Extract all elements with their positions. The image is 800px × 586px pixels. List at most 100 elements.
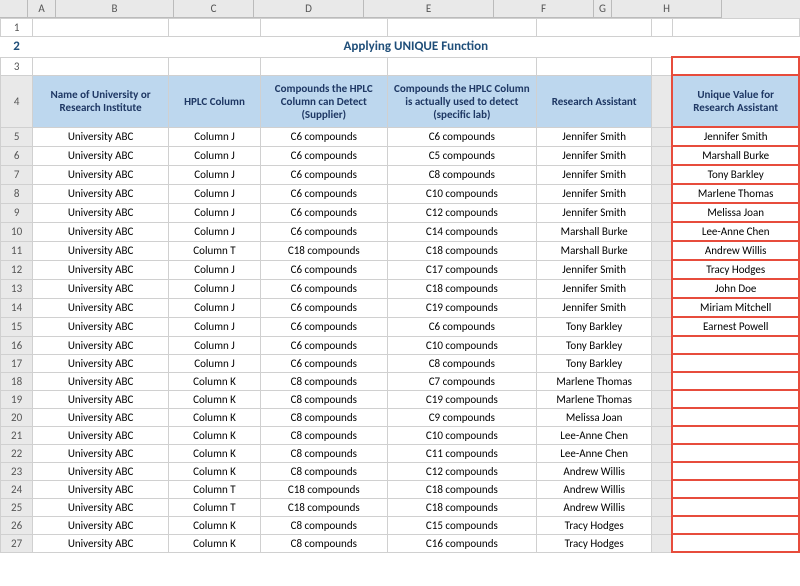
cell-g — [652, 444, 673, 462]
cell-detect-lab: C8 compounds — [387, 354, 537, 372]
cell-detect-lab: C16 compounds — [387, 534, 537, 552]
cell — [537, 57, 652, 75]
cell-hplc: Column T — [168, 498, 260, 516]
cell-assistant: Marshall Burke — [537, 222, 652, 241]
cell-assistant: Lee-Anne Chen — [537, 426, 652, 444]
cell-g — [652, 298, 673, 317]
cell — [537, 19, 652, 37]
row-num: 4 — [1, 75, 33, 127]
cell-g — [652, 462, 673, 480]
cell — [33, 57, 169, 75]
cell-hplc: Column J — [168, 222, 260, 241]
cell — [672, 19, 799, 37]
col-letter-row: A B C D E F G H — [0, 0, 800, 18]
cell-g — [652, 408, 673, 426]
cell-assistant: Tracy Hodges — [537, 534, 652, 552]
table-row: 16 University ABC Column J C6 compounds … — [1, 336, 800, 354]
cell-g — [652, 480, 673, 498]
col-letter-g: G — [594, 0, 612, 18]
cell-hplc: Column J — [168, 146, 260, 165]
table-row: 25 University ABC Column T C18 compounds… — [1, 498, 800, 516]
cell-detect-lab: C17 compounds — [387, 260, 537, 279]
cell-g — [652, 372, 673, 390]
table-row: 6 University ABC Column J C6 compounds C… — [1, 146, 800, 165]
header-unique: Unique Value for Research Assistant — [672, 75, 799, 127]
cell-name: University ABC — [33, 184, 169, 203]
cell-detect-lab: C9 compounds — [387, 408, 537, 426]
cell-detect-lab: C18 compounds — [387, 241, 537, 260]
cell-assistant: Jennifer Smith — [537, 298, 652, 317]
row-num: 27 — [1, 534, 33, 552]
cell — [672, 57, 799, 75]
cell-detect-supplier: C8 compounds — [261, 534, 388, 552]
cell-hplc: Column J — [168, 354, 260, 372]
cell-unique — [672, 534, 799, 552]
cell-detect-lab: C12 compounds — [387, 462, 537, 480]
cell-detect-supplier: C8 compounds — [261, 516, 388, 534]
header-row: 4 Name of University or Research Institu… — [1, 75, 800, 127]
header-g — [652, 75, 673, 127]
cell-detect-lab: C18 compounds — [387, 498, 537, 516]
col-letter-a: A — [28, 0, 56, 18]
cell — [261, 19, 388, 37]
table-row: 12 University ABC Column J C6 compounds … — [1, 260, 800, 279]
cell-detect-supplier: C8 compounds — [261, 462, 388, 480]
row-num: 8 — [1, 184, 33, 203]
cell-detect-supplier: C6 compounds — [261, 203, 388, 222]
cell-detect-lab: C19 compounds — [387, 390, 537, 408]
cell-name: University ABC — [33, 317, 169, 336]
cell-detect-supplier: C6 compounds — [261, 279, 388, 298]
cell-hplc: Column J — [168, 203, 260, 222]
table-row: 23 University ABC Column K C8 compounds … — [1, 462, 800, 480]
table-row: 1 — [1, 19, 800, 37]
cell-name: University ABC — [33, 203, 169, 222]
cell-detect-supplier: C6 compounds — [261, 184, 388, 203]
cell-hplc: Column T — [168, 480, 260, 498]
cell-unique: Marshall Burke — [672, 146, 799, 165]
table-row: 10 University ABC Column J C6 compounds … — [1, 222, 800, 241]
spreadsheet-title: Applying UNIQUE Function — [33, 37, 799, 58]
cell-hplc: Column J — [168, 279, 260, 298]
row-num: 3 — [1, 57, 33, 75]
cell-g — [652, 203, 673, 222]
cell — [652, 19, 673, 37]
table-row: 9 University ABC Column J C6 compounds C… — [1, 203, 800, 222]
cell-detect-supplier: C6 compounds — [261, 298, 388, 317]
cell-assistant: Andrew Willis — [537, 462, 652, 480]
cell-g — [652, 279, 673, 298]
row-num: 2 — [1, 37, 33, 58]
cell-unique — [672, 354, 799, 372]
cell-assistant: Melissa Joan — [537, 408, 652, 426]
cell-unique: Marlene Thomas — [672, 184, 799, 203]
cell-assistant: Lee-Anne Chen — [537, 444, 652, 462]
col-letter-h: H — [612, 0, 722, 18]
row-num: 17 — [1, 354, 33, 372]
table-row: 17 University ABC Column J C6 compounds … — [1, 354, 800, 372]
row-num: 25 — [1, 498, 33, 516]
cell-g — [652, 146, 673, 165]
cell-assistant: Jennifer Smith — [537, 203, 652, 222]
cell-assistant: Tony Barkley — [537, 354, 652, 372]
cell-unique — [672, 462, 799, 480]
cell-assistant: Jennifer Smith — [537, 260, 652, 279]
table-row: 7 University ABC Column J C6 compounds C… — [1, 165, 800, 184]
row-num: 26 — [1, 516, 33, 534]
row-num: 24 — [1, 480, 33, 498]
cell — [387, 57, 537, 75]
cell-detect-lab: C11 compounds — [387, 444, 537, 462]
cell-unique: Melissa Joan — [672, 203, 799, 222]
cell-assistant: Tony Barkley — [537, 317, 652, 336]
cell-detect-lab: C14 compounds — [387, 222, 537, 241]
table-row: 15 University ABC Column J C6 compounds … — [1, 317, 800, 336]
cell-assistant: Marlene Thomas — [537, 390, 652, 408]
cell-unique: Andrew Willis — [672, 241, 799, 260]
cell — [168, 57, 260, 75]
header-detect-lab: Compounds the HPLC Column is actually us… — [387, 75, 537, 127]
row-num: 22 — [1, 444, 33, 462]
cell-unique — [672, 444, 799, 462]
cell-g — [652, 336, 673, 354]
col-letter-d: D — [254, 0, 364, 18]
col-letter-e: E — [364, 0, 494, 18]
table-row: 3 — [1, 57, 800, 75]
row-num: 6 — [1, 146, 33, 165]
